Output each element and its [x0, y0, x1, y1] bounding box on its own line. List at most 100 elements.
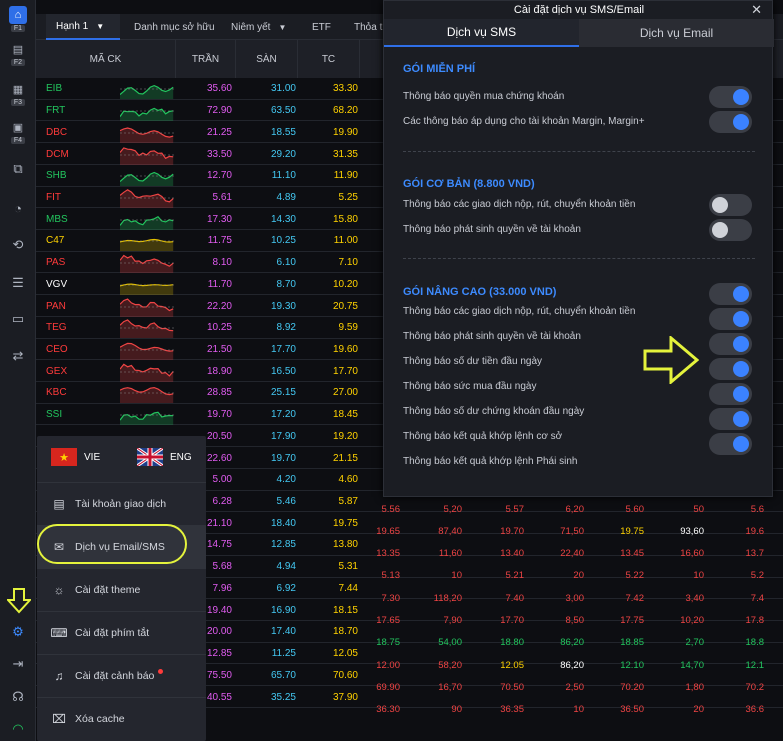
menu-alerts[interactable]: ♫ Cài đặt cảnh báo	[37, 654, 206, 697]
broom-icon: ⌧	[52, 712, 66, 726]
menu-email-sms[interactable]: ✉ Dịch vụ Email/SMS	[37, 524, 206, 568]
ceiling-price: 11.70	[207, 278, 232, 290]
toggle-knob	[733, 286, 749, 302]
table-row-extension[interactable]: 19.65 87,40 19.70 71,50 19.75 93,60 19.6	[362, 519, 783, 543]
symbol-cell: DBC	[46, 126, 68, 138]
reference-price: 7.44	[338, 582, 358, 594]
table-row-extension[interactable]: 5.56 5,20 5.57 6,20 5.60 50 5.6	[362, 497, 783, 521]
floor-price: 17.20	[270, 409, 296, 421]
price-cell: 5.60	[625, 503, 645, 515]
reference-price: 4.60	[338, 474, 358, 486]
price-cell: 17.65	[376, 615, 400, 626]
tab-etf[interactable]: ETF	[302, 14, 341, 40]
document-icon: ▤	[53, 497, 65, 511]
reference-price: 33.30	[332, 83, 358, 95]
toggle-switch[interactable]	[709, 194, 752, 216]
ceiling-price: 22.20	[206, 300, 232, 312]
toggle-switch[interactable]	[709, 333, 752, 355]
symbol-cell: MBS	[46, 213, 68, 225]
price-cell: 36.30	[376, 704, 400, 716]
language-vie[interactable]: ★ VIE	[51, 448, 100, 466]
table-row-extension[interactable]: 18.75 54,00 18.80 86,20 18.85 2,70 18.8	[362, 631, 783, 655]
symbol-cell: DCM	[46, 148, 69, 160]
floor-price: 16.50	[270, 365, 296, 377]
reference-price: 18.70	[332, 626, 358, 638]
tab-owned[interactable]: Danh mục sở hữu	[124, 14, 225, 40]
col-ceiling[interactable]: TRẦN	[176, 40, 236, 78]
sidebar-item-chart[interactable]: ▤ F2	[4, 40, 32, 66]
toggle-switch[interactable]	[709, 358, 752, 380]
col-floor[interactable]: SÀN	[236, 40, 298, 78]
toggle-switch[interactable]	[709, 283, 752, 305]
price-cell: 10	[693, 570, 704, 582]
reference-price: 5.31	[338, 561, 358, 573]
tab-hanh-1[interactable]: Hạnh 1 ▼	[46, 14, 120, 40]
settings-icon[interactable]: ⚙	[9, 623, 27, 641]
toggle-knob	[712, 222, 728, 238]
headset-icon[interactable]: ☊	[9, 688, 27, 706]
toggle-switch[interactable]	[709, 219, 752, 241]
symbol-cell: KBC	[46, 387, 67, 399]
ceiling-price: 12.70	[206, 170, 232, 182]
price-cell: 5.6	[750, 503, 764, 515]
table-row-extension[interactable]: 36.30 90 36.35 10 36.50 20 36.6	[362, 698, 783, 722]
tab-email[interactable]: Dịch vụ Email	[579, 19, 774, 47]
pie-chart-icon[interactable]: ◔	[9, 199, 27, 217]
toggle-switch[interactable]	[709, 433, 752, 455]
price-cell: 17.70	[500, 615, 524, 626]
exchange-icon[interactable]: ⟲	[9, 236, 27, 254]
tab-listed[interactable]: Niêm yết ▼	[221, 14, 296, 40]
close-icon[interactable]: ✕	[751, 1, 762, 19]
symbol-cell: EIB	[46, 83, 63, 95]
menu-theme[interactable]: ☼ Cài đặt theme	[37, 568, 206, 611]
tab-label: Niêm yết	[231, 21, 271, 33]
database-icon[interactable]: ☰	[9, 274, 27, 292]
menu-trading-account[interactable]: ▤ Tài khoản giao dịch	[37, 482, 206, 525]
price-cell: 5.2	[750, 570, 764, 582]
logout-icon[interactable]: ⇥	[9, 655, 27, 673]
sidebar-item-portfolio[interactable]: ▣ F4	[4, 118, 32, 144]
toggle-switch[interactable]	[709, 86, 752, 108]
table-row-extension[interactable]: 7.30 118,20 7.40 3,00 7.42 3,40 7.4	[362, 586, 783, 610]
price-cell: 18.85	[620, 637, 644, 649]
settings-menu: ★ VIE ENG ▤ Tài khoản giao dịch ✉ Dịch v…	[37, 436, 206, 741]
toggle-switch[interactable]	[709, 308, 752, 330]
price-cell: 70.20	[620, 681, 644, 693]
menu-clear-cache[interactable]: ⌧ Xóa cache	[37, 697, 206, 740]
sidebar-item-home[interactable]: ⌂ F1	[4, 6, 32, 32]
col-symbol[interactable]: MÃ CK	[36, 40, 176, 78]
menu-shortcuts[interactable]: ⌨ Cài đặt phím tắt	[37, 611, 206, 654]
reference-price: 5.87	[338, 496, 358, 508]
price-cell: 7.42	[625, 592, 645, 604]
sparkline	[120, 208, 176, 230]
wallet-icon[interactable]: ▭	[9, 310, 27, 328]
wifi-icon: ◠	[12, 721, 24, 736]
table-row-extension[interactable]: 69.90 16,70 70.50 2,50 70.20 1,80 70.2	[362, 675, 783, 699]
toggle-switch[interactable]	[709, 111, 752, 133]
symbol-cell: SHB	[46, 170, 67, 182]
language-eng[interactable]: ENG	[137, 448, 192, 466]
col-reference[interactable]: TC	[298, 40, 360, 78]
sparkline	[120, 360, 176, 382]
table-row-extension[interactable]: 13.35 11,60 13.40 22,40 13.45 16,60 13.7	[362, 542, 783, 566]
transfer-icon[interactable]: ⇄	[9, 347, 27, 365]
toggle-switch[interactable]	[709, 408, 752, 430]
layers-icon[interactable]: ⧉	[9, 160, 27, 178]
symbol-cell: FRT	[46, 105, 66, 117]
table-row-extension[interactable]: 12.00 58,20 12.05 86,20 12.10 14,70 12.1	[362, 653, 783, 677]
price-cell: 70.2	[745, 681, 765, 693]
price-cell: 2,70	[685, 637, 705, 649]
price-cell: 7.40	[505, 592, 525, 604]
price-cell: 18.80	[500, 637, 524, 649]
price-cell: 20	[693, 704, 704, 716]
toggle-switch[interactable]	[709, 383, 752, 405]
floor-price: 35.25	[270, 691, 296, 703]
reference-price: 18.45	[332, 409, 358, 421]
table-row-extension[interactable]: 5.13 10 5.21 20 5.22 10 5.2	[362, 564, 783, 588]
floor-price: 14.30	[270, 213, 296, 225]
package-title: GÓI NÂNG CAO (33.000 VND)	[403, 286, 557, 298]
table-row-extension[interactable]: 17.65 7,90 17.70 8,50 17.75 10,20 17.8	[362, 609, 783, 633]
tab-sms[interactable]: Dịch vụ SMS	[384, 19, 579, 47]
sidebar-item-list[interactable]: ▦ F3	[4, 80, 32, 106]
ceiling-price: 28.85	[206, 387, 232, 399]
